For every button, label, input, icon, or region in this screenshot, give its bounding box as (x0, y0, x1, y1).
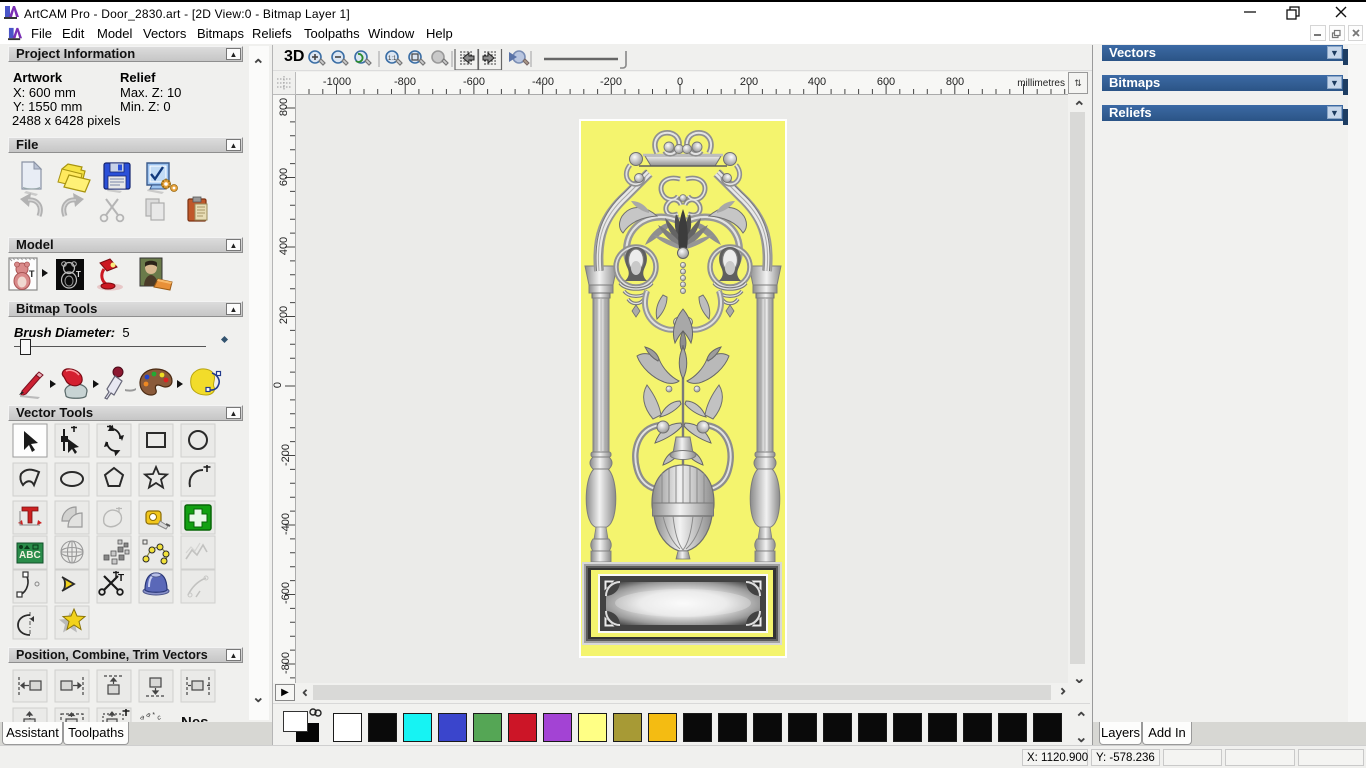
svg-text:T: T (76, 270, 81, 279)
svg-text:T: T (29, 269, 35, 279)
svg-text:ABC: ABC (19, 550, 41, 561)
svg-text:T: T (118, 573, 124, 584)
svg-text:a: a (140, 714, 146, 722)
svg-text:*: * (152, 712, 155, 719)
svg-text:a: a (145, 711, 151, 719)
svg-text:c: c (156, 714, 162, 722)
